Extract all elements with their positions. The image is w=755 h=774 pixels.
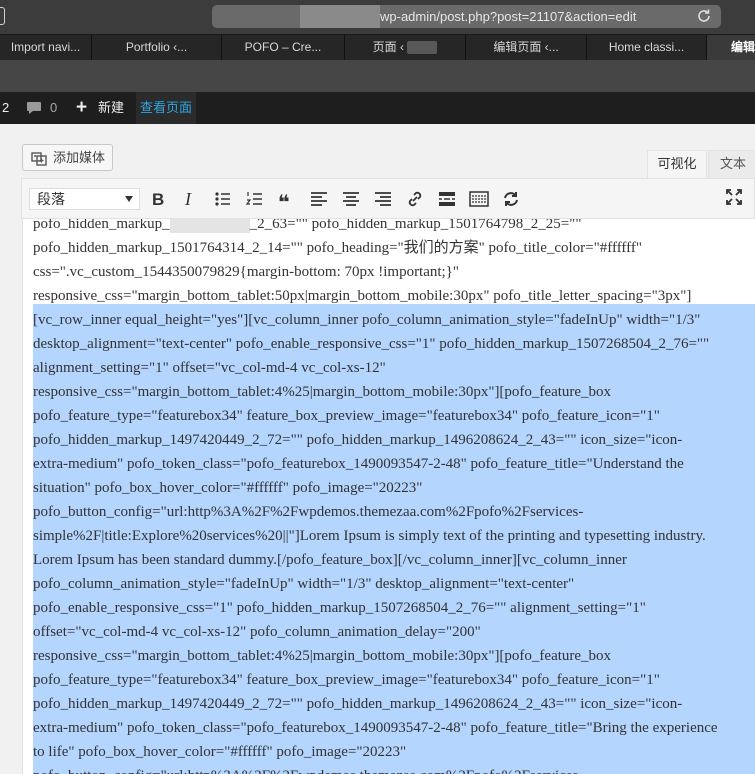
- redacted-text: [169, 219, 250, 233]
- link-icon[interactable]: [404, 189, 426, 209]
- text-line: Lorem Ipsum has been standard dummy.[/po…: [33, 552, 627, 568]
- shortcode-text: pofo_hidden_markup_ _2_63="" pofo_hidden_…: [33, 219, 755, 774]
- comment-bubble-icon[interactable]: [26, 101, 42, 115]
- text-line: to life" pofo_box_hover_color="#ffffff" …: [33, 744, 407, 760]
- browser-toolbar: wp-admin/post.php?post=21107&action=edit: [0, 0, 755, 34]
- text-line: pofo_hidden_markup_1497420449_2_72="" po…: [33, 432, 683, 448]
- plus-icon[interactable]: +: [76, 92, 87, 123]
- tab-text[interactable]: 文本: [708, 150, 755, 178]
- svg-text:❝: ❝: [278, 190, 290, 209]
- wp-admin-bar: 2 0 + 新建 查看页面: [0, 92, 755, 124]
- custom-refresh-icon[interactable]: [500, 189, 522, 209]
- comments-count[interactable]: 0: [50, 92, 57, 124]
- browser-tab[interactable]: POFO – Cre...: [222, 35, 345, 61]
- add-media-button[interactable]: 添加媒体: [22, 144, 113, 171]
- svg-text:B: B: [152, 190, 164, 209]
- text-line: situation" pofo_box_hover_color="#ffffff…: [33, 480, 423, 496]
- text-line: pofo_hidden_markup_ _2_63="" pofo_hidden_…: [33, 219, 755, 236]
- text-line: pofo_column_animation_style="fadeInUp" w…: [33, 576, 575, 592]
- new-content-link[interactable]: 新建: [98, 92, 124, 124]
- text-line: pofo_button_config="url:http%3A%2F%2Fwpd…: [33, 504, 584, 520]
- text-line: pofo_button_config="url:http%3A%2F%2Fwpd…: [33, 764, 755, 774]
- redacted-text: [407, 41, 438, 55]
- text-line: pofo_feature_type="featurebox34" feature…: [33, 408, 660, 424]
- browser-bookmarks-area: [0, 60, 755, 92]
- text-line: pofo_hidden_markup_1497420449_2_72="" po…: [33, 696, 683, 712]
- text-line: extra-medium" pofo_token_class="pofo_fea…: [33, 456, 684, 472]
- text-lines: pofo_hidden_markup_1501764314_2_14="" po…: [33, 236, 755, 774]
- browser-tab[interactable]: 编辑页面 ‹...: [466, 35, 587, 61]
- align-center-icon[interactable]: [340, 189, 362, 209]
- text-line: pofo_hidden_markup_1501764314_2_14="" po…: [33, 240, 642, 256]
- bullet-list-icon[interactable]: [212, 189, 234, 209]
- sidebar-toggle-icon[interactable]: [0, 7, 5, 25]
- italic-icon[interactable]: I: [179, 189, 201, 209]
- reload-icon[interactable]: [695, 7, 713, 25]
- text-line: extra-medium" pofo_token_class="pofo_fea…: [33, 720, 718, 736]
- updates-count[interactable]: 2: [2, 92, 9, 124]
- blockquote-icon[interactable]: ❝: [276, 189, 298, 209]
- text-line: alignment_setting="1" offset="vc_col-md-…: [33, 360, 386, 376]
- numbered-list-icon[interactable]: [244, 189, 266, 209]
- editor-content[interactable]: pofo_hidden_markup_ _2_63="" pofo_hidden_…: [22, 219, 755, 774]
- browser-tab-label: 页面 ‹: [372, 40, 404, 54]
- toolbar-toggle-icon[interactable]: [468, 189, 490, 209]
- align-left-icon[interactable]: [308, 189, 330, 209]
- read-more-icon[interactable]: [436, 189, 458, 209]
- text-fragment: _2_63="" pofo_hidden_markup_1501764798_2…: [249, 219, 582, 232]
- bold-icon[interactable]: B: [147, 189, 169, 209]
- align-right-icon[interactable]: [372, 189, 394, 209]
- text-line: responsive_css="margin_bottom_tablet:50p…: [33, 288, 692, 304]
- text-line: simple%2F|title:Explore%20services%20||"…: [33, 528, 706, 544]
- text-line: responsive_css="margin_bottom_tablet:4%2…: [33, 384, 612, 400]
- text-fragment: pofo_hidden_markup_: [33, 219, 170, 232]
- browser-tab-active[interactable]: 编辑页: [707, 35, 755, 61]
- browser-tab[interactable]: Import navi...: [0, 35, 92, 61]
- chevron-down-icon: [125, 196, 133, 202]
- tab-visual[interactable]: 可视化: [647, 150, 707, 178]
- text-line: offset="vc_col-md-4 vc_col-xs-12" pofo_c…: [33, 624, 481, 640]
- text-line: desktop_alignment="text-center" pofo_ena…: [33, 336, 710, 352]
- text-line: responsive_css="margin_bottom_tablet:4%2…: [33, 648, 612, 664]
- url-text: wp-admin/post.php?post=21107&action=edit: [380, 9, 637, 24]
- format-select[interactable]: 段落: [29, 188, 140, 210]
- add-media-label: 添加媒体: [53, 150, 106, 165]
- text-line: [vc_row_inner equal_height="yes"][vc_col…: [33, 312, 701, 328]
- fullscreen-icon[interactable]: [725, 188, 743, 206]
- redacted-host: [300, 5, 380, 28]
- svg-text:I: I: [184, 189, 192, 209]
- text-line: pofo_enable_responsive_css="1" pofo_hidd…: [33, 600, 646, 616]
- browser-tab[interactable]: Portfolio ‹...: [92, 35, 222, 61]
- browser-tab[interactable]: 页面 ‹: [345, 35, 466, 61]
- format-select-value: 段落: [37, 191, 65, 207]
- text-line: css=".vc_custom_1544350079829{margin-bot…: [33, 264, 460, 280]
- media-icon: [31, 152, 47, 166]
- view-page-link[interactable]: 查看页面: [136, 92, 197, 124]
- browser-tab-strip: Import navi... Portfolio ‹... POFO – Cre…: [0, 34, 755, 61]
- text-line: pofo_feature_type="featurebox34" feature…: [33, 672, 660, 688]
- address-bar[interactable]: wp-admin/post.php?post=21107&action=edit: [212, 5, 721, 28]
- browser-tab[interactable]: Home classi...: [587, 35, 707, 61]
- editor-toolbar: 段落 B I ❝: [21, 178, 755, 219]
